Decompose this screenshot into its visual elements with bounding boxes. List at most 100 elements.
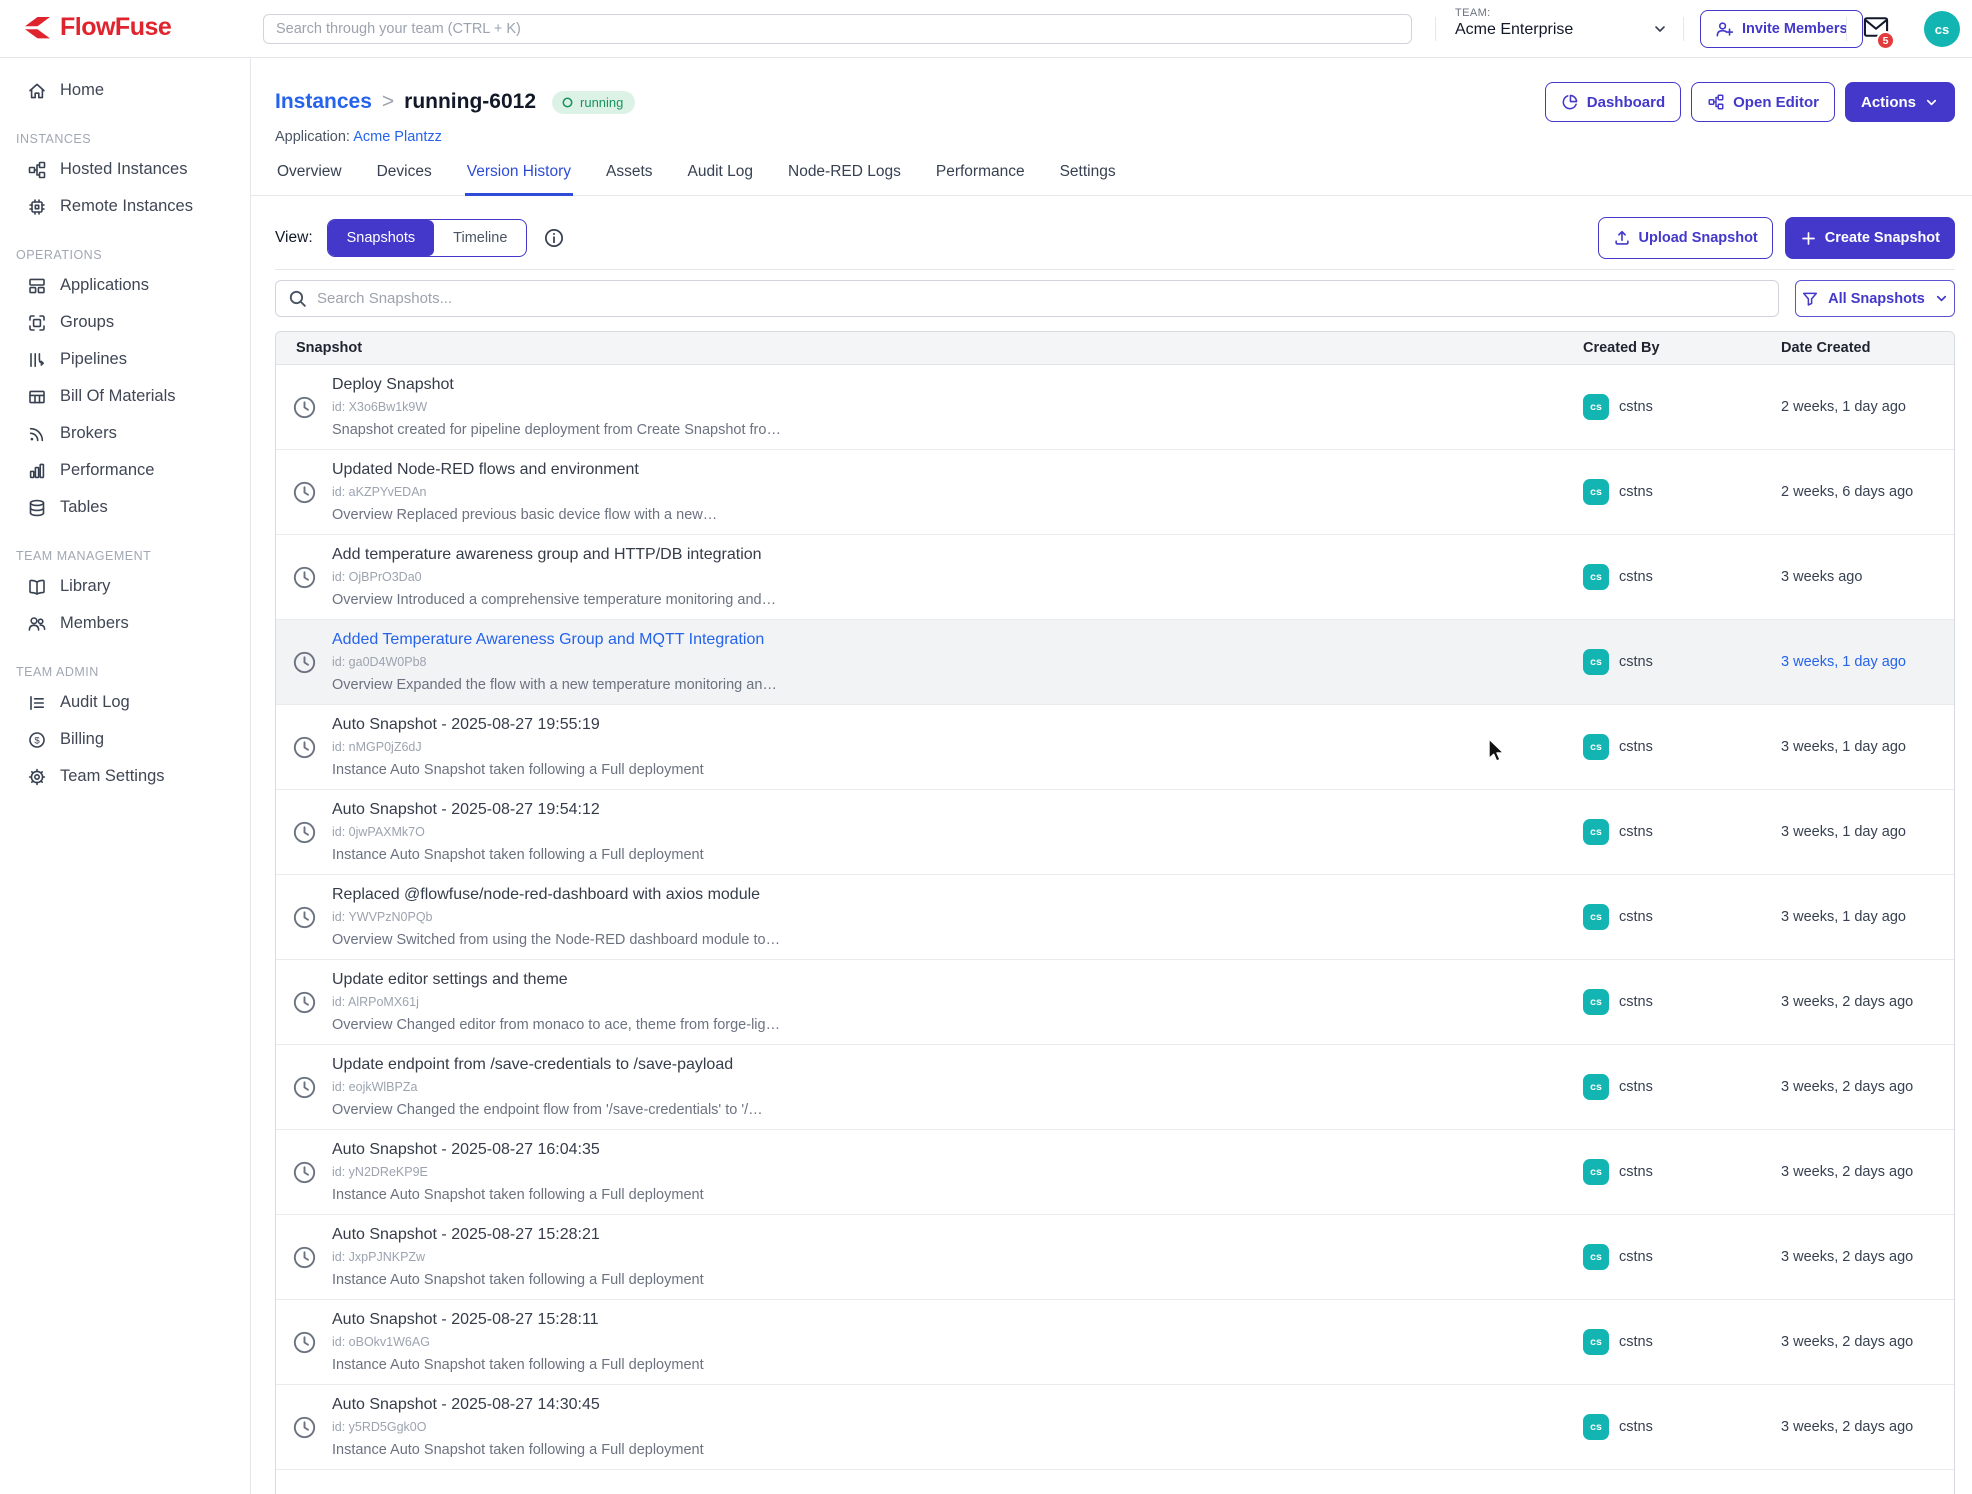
table-row[interactable]: Add temperature awareness group and HTTP…	[276, 535, 1954, 620]
svg-text:$: $	[34, 735, 40, 746]
sidebar-section-team-management: TEAM MANAGEMENT	[16, 544, 250, 568]
sidebar-item-members[interactable]: Members	[0, 605, 250, 642]
sidebar-item-bill-of-materials[interactable]: Bill Of Materials	[0, 378, 250, 415]
snapshot-title[interactable]: Deploy Snapshot	[332, 374, 781, 396]
table-row[interactable]: Deploy Snapshotid: X3o6Bw1k9WSnapshot cr…	[276, 365, 1954, 450]
sidebar-item-groups[interactable]: Groups	[0, 304, 250, 341]
actions-button[interactable]: Actions	[1845, 82, 1955, 122]
tab-devices[interactable]: Devices	[375, 157, 434, 196]
breadcrumb-instances-link[interactable]: Instances	[275, 90, 372, 114]
info-icon[interactable]	[543, 227, 565, 249]
sidebar-item-tables[interactable]: Tables	[0, 489, 250, 526]
creator-name: cstns	[1619, 909, 1653, 925]
snapshot-title[interactable]: Auto Snapshot - 2025-08-27 15:28:11	[332, 1309, 704, 1331]
creator-name: cstns	[1619, 484, 1653, 500]
table-row[interactable]: Update editor settings and themeid: AlRP…	[276, 960, 1954, 1045]
sidebar-item-team-settings[interactable]: Team Settings	[0, 758, 250, 795]
team-search-input[interactable]	[263, 14, 1412, 44]
snapshot-title[interactable]: Auto Snapshot - 2025-08-27 15:28:21	[332, 1224, 704, 1246]
brokers-icon	[27, 424, 47, 444]
snapshot-id: id: eojkWlBPZa	[332, 1079, 763, 1096]
snapshot-title[interactable]: Update endpoint from /save-credentials t…	[332, 1054, 763, 1076]
snapshot-title[interactable]: Auto Snapshot - 2025-08-27 19:55:19	[332, 714, 704, 736]
search-snapshots-input[interactable]	[275, 280, 1779, 317]
open-editor-button[interactable]: Open Editor	[1691, 82, 1835, 122]
creator-avatar: cs	[1583, 989, 1609, 1015]
view-option-snapshots[interactable]: Snapshots	[328, 220, 435, 256]
clock-icon	[291, 1159, 318, 1186]
snapshot-filter-dropdown[interactable]: All Snapshots	[1795, 280, 1955, 317]
sidebar-item-brokers[interactable]: Brokers	[0, 415, 250, 452]
sidebar-item-pipelines[interactable]: Pipelines	[0, 341, 250, 378]
tab-node-red-logs[interactable]: Node-RED Logs	[786, 157, 903, 196]
team-selector-value: Acme Enterprise	[1455, 21, 1573, 39]
snapshot-title[interactable]: Updated Node-RED flows and environment	[332, 459, 717, 481]
snapshot-title[interactable]: Replaced @flowfuse/node-red-dashboard wi…	[332, 884, 780, 906]
tab-settings[interactable]: Settings	[1058, 157, 1118, 196]
snapshot-id: id: ga0D4W0Pb8	[332, 654, 777, 671]
date-created: 3 weeks, 2 days ago	[1781, 1249, 1954, 1265]
flowfuse-logo[interactable]: FlowFuse	[22, 13, 171, 42]
table-row[interactable]: Added Temperature Awareness Group and MQ…	[276, 620, 1954, 705]
sidebar-item-applications[interactable]: Applications	[0, 267, 250, 304]
table-row[interactable]: Add HTTP endpoint for saving credentials…	[276, 1470, 1954, 1494]
user-avatar[interactable]: cs	[1924, 11, 1960, 47]
table-row[interactable]: Auto Snapshot - 2025-08-27 15:28:21id: J…	[276, 1215, 1954, 1300]
sidebar-item-hosted-instances[interactable]: Hosted Instances	[0, 151, 250, 188]
application-link[interactable]: Acme Plantzz	[353, 129, 442, 145]
creator-name: cstns	[1619, 1334, 1653, 1350]
table-row[interactable]: Auto Snapshot - 2025-08-27 19:55:19id: n…	[276, 705, 1954, 790]
snapshot-description: Overview Expanded the flow with a new te…	[332, 676, 777, 695]
sidebar-item-home[interactable]: Home	[0, 72, 250, 109]
sidebar-item-audit-log[interactable]: Audit Log	[0, 684, 250, 721]
hosted-instances-icon	[27, 160, 47, 180]
snapshot-description: Overview Changed editor from monaco to a…	[332, 1016, 780, 1035]
page-title: running-6012	[404, 90, 536, 114]
sidebar-item-remote-instances[interactable]: Remote Instances	[0, 188, 250, 225]
table-row[interactable]: Replaced @flowfuse/node-red-dashboard wi…	[276, 875, 1954, 960]
snapshot-title[interactable]: Auto Snapshot - 2025-08-27 19:54:12	[332, 799, 704, 821]
creator-name: cstns	[1619, 399, 1653, 415]
snapshot-description: Instance Auto Snapshot taken following a…	[332, 1271, 704, 1290]
instance-tabs: Overview Devices Version History Assets Audi…	[251, 157, 1972, 196]
tab-version-history[interactable]: Version History	[465, 157, 573, 196]
invite-members-button[interactable]: Invite Members	[1700, 10, 1863, 48]
snapshots-table: Snapshot Created By Date Created Deploy …	[275, 331, 1955, 1494]
table-row[interactable]: Auto Snapshot - 2025-08-27 16:04:35id: y…	[276, 1130, 1954, 1215]
tab-assets[interactable]: Assets	[604, 157, 655, 196]
sidebar-item-label: Pipelines	[60, 350, 127, 369]
invite-members-label: Invite Members	[1742, 21, 1848, 37]
dashboard-button[interactable]: Dashboard	[1545, 82, 1681, 122]
notifications-button[interactable]: 5	[1862, 15, 1890, 39]
creator-avatar: cs	[1583, 564, 1609, 590]
sidebar-item-billing[interactable]: $Billing	[0, 721, 250, 758]
clock-icon	[291, 819, 318, 846]
sidebar-item-label: Bill Of Materials	[60, 387, 176, 406]
create-snapshot-button[interactable]: Create Snapshot	[1785, 217, 1955, 259]
chevron-down-icon[interactable]	[1652, 21, 1668, 37]
tab-audit-log[interactable]: Audit Log	[686, 157, 756, 196]
table-row[interactable]: Updated Node-RED flows and environmentid…	[276, 450, 1954, 535]
table-row[interactable]: Update endpoint from /save-credentials t…	[276, 1045, 1954, 1130]
sidebar-item-performance[interactable]: Performance	[0, 452, 250, 489]
team-selector[interactable]: TEAM: Acme Enterprise	[1455, 7, 1573, 39]
sidebar-item-label: Home	[60, 81, 104, 100]
snapshot-title[interactable]: Update editor settings and theme	[332, 969, 780, 991]
tab-performance[interactable]: Performance	[934, 157, 1027, 196]
snapshot-title[interactable]: Add temperature awareness group and HTTP…	[332, 544, 776, 566]
snapshot-description: Snapshot created for pipeline deployment…	[332, 421, 781, 440]
topbar-divider	[1683, 17, 1684, 41]
table-row[interactable]: Auto Snapshot - 2025-08-27 19:54:12id: 0…	[276, 790, 1954, 875]
upload-icon	[1613, 229, 1631, 247]
snapshot-title[interactable]: Added Temperature Awareness Group and MQ…	[332, 629, 777, 651]
snapshot-title[interactable]: Auto Snapshot - 2025-08-27 16:04:35	[332, 1139, 704, 1161]
tab-overview[interactable]: Overview	[275, 157, 344, 196]
view-option-timeline[interactable]: Timeline	[434, 220, 526, 256]
table-row[interactable]: Auto Snapshot - 2025-08-27 15:28:11id: o…	[276, 1300, 1954, 1385]
snapshot-title[interactable]: Auto Snapshot - 2025-08-27 14:30:45	[332, 1394, 704, 1416]
upload-snapshot-button[interactable]: Upload Snapshot	[1598, 217, 1773, 259]
table-row[interactable]: Auto Snapshot - 2025-08-27 14:30:45id: y…	[276, 1385, 1954, 1470]
sidebar-item-library[interactable]: Library	[0, 568, 250, 605]
date-created: 2 weeks, 6 days ago	[1781, 484, 1954, 500]
date-created: 3 weeks, 2 days ago	[1781, 1164, 1954, 1180]
